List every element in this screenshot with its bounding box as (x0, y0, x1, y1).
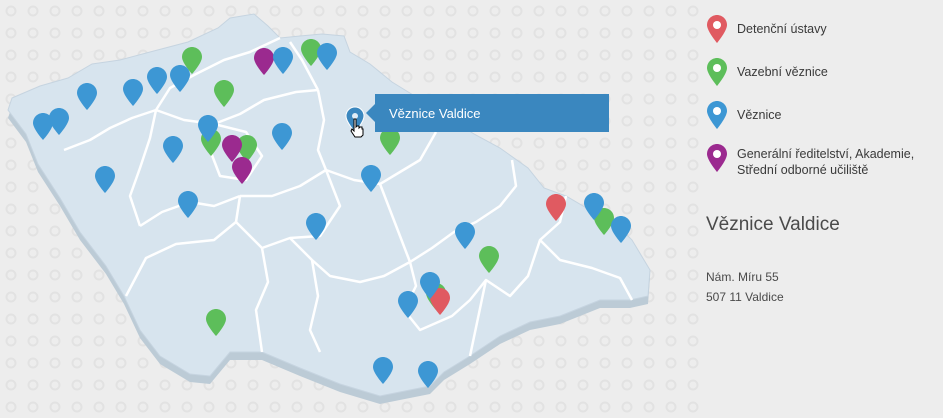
legend-item-vazebni-veznice[interactable]: Vazební věznice (705, 57, 941, 87)
map-pin-icon (707, 15, 727, 43)
map-tooltip: Věznice Valdice (366, 94, 609, 132)
address-line-street: Nám. Míru 55 (706, 270, 779, 284)
legend-item-detencni-ustavy[interactable]: Detenční ústavy (705, 14, 941, 44)
map-pin-icon (707, 144, 727, 172)
address-line-city: 507 11 Valdice (706, 290, 784, 304)
map-view: Věznice Valdice Detenční ústavy Vazební … (0, 0, 943, 418)
legend-label: Věznice (737, 108, 782, 122)
map-pin-icon (707, 101, 727, 129)
legend-label: Detenční ústavy (737, 22, 827, 36)
legend-item-veznice[interactable]: Věznice (705, 100, 941, 130)
selected-location-address: Nám. Míru 55 507 11 Valdice (706, 267, 784, 307)
czech-map (0, 0, 700, 418)
map-pin-icon (707, 58, 727, 86)
legend-item-generalni-reditelstvi[interactable]: Generální ředitelství, Akademie, Střední… (705, 143, 941, 178)
hand-cursor-icon (350, 118, 364, 138)
tooltip-label: Věznice Valdice (389, 105, 481, 121)
map-legend: Detenční ústavy Vazební věznice Věznice … (705, 14, 941, 191)
legend-label: Vazební věznice (737, 65, 828, 79)
legend-label: Generální ředitelství, Akademie, Střední… (737, 147, 915, 177)
selected-location-title: Věznice Valdice (706, 214, 840, 235)
